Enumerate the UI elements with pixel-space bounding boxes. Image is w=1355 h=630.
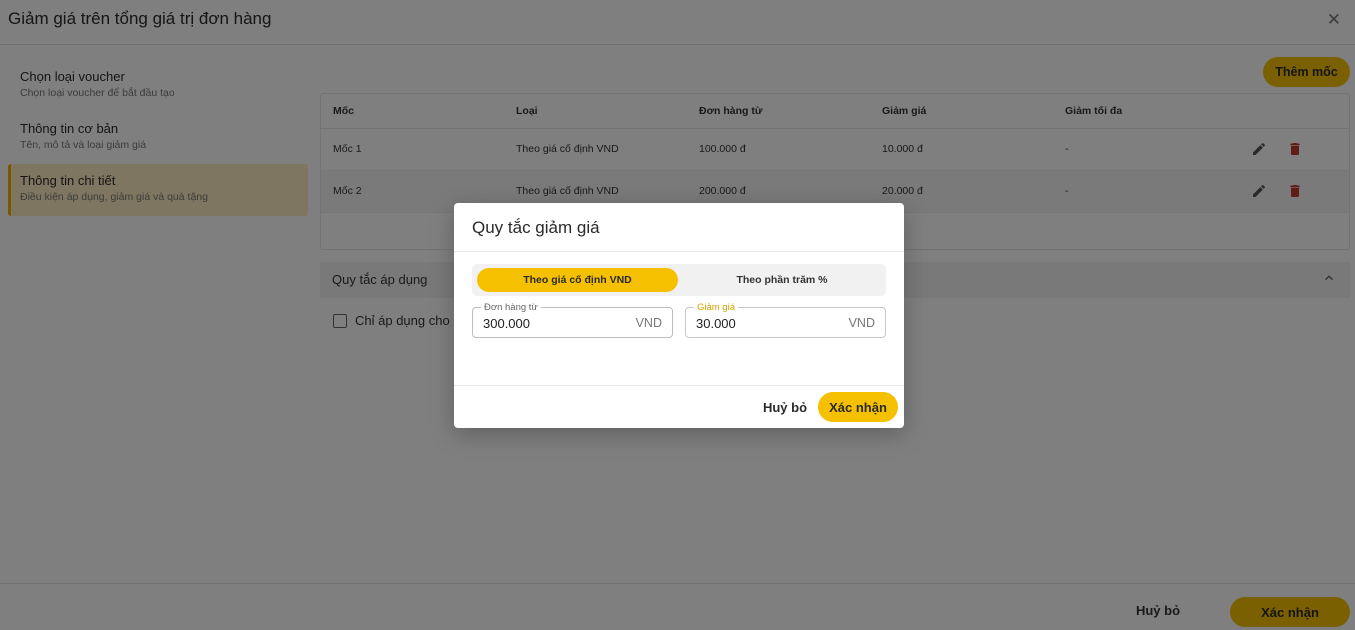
dialog-cancel-button[interactable]: Huỷ bỏ [760,392,810,422]
tab-fixed-vnd[interactable]: Theo giá cố định VND [477,268,678,292]
order-from-field[interactable]: Đơn hàng từ VND [472,302,673,338]
tab-percent[interactable]: Theo phần trăm % [682,268,882,292]
divider [454,385,904,386]
currency-unit: VND [635,316,662,330]
field-label: Giảm giá [694,302,739,313]
order-from-input[interactable] [483,316,623,331]
discount-rule-dialog: Quy tắc giảm giá Theo giá cố định VND Th… [454,203,904,428]
divider [454,251,904,252]
field-label: Đơn hàng từ [481,302,541,313]
dialog-confirm-button[interactable]: Xác nhận [818,392,898,422]
discount-input[interactable] [696,316,836,331]
dialog-title: Quy tắc giảm giá [472,218,600,237]
currency-unit: VND [848,316,875,330]
discount-field[interactable]: Giảm giá VND [685,302,886,338]
discount-type-toggle: Theo giá cố định VND Theo phần trăm % [472,264,886,296]
